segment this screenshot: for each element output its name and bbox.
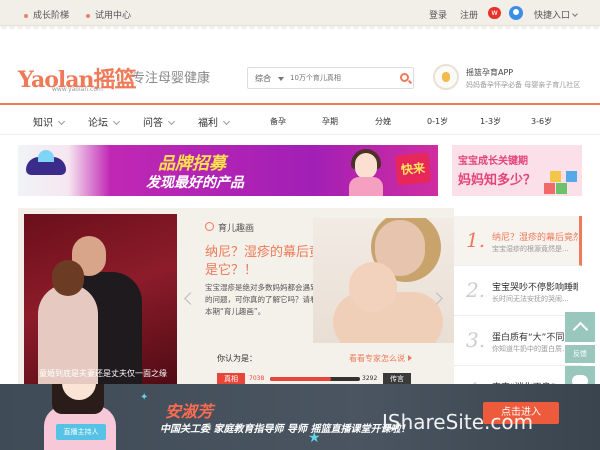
main-nav: 知识 论坛 问答 福利 备孕 孕期 分娩 0-1岁 1-3岁 3-6岁	[0, 105, 600, 135]
bullet-icon	[86, 13, 90, 18]
story-caption: 童婚到底是夫妻还是丈夫仅一面之缘	[39, 369, 167, 378]
app-subtitle: 妈妈备孕怀孕必备 母婴亲子育儿社区	[466, 81, 581, 89]
banner-subline: 发现最好的产品	[146, 175, 244, 191]
growth-banner-title: 宝宝成长关键期	[458, 156, 528, 167]
nav-cat-0-1[interactable]: 0-1岁	[427, 116, 448, 127]
chevron-down-icon	[222, 117, 231, 126]
search-box: 综合	[247, 67, 414, 89]
girl-illustration	[343, 145, 393, 196]
nav-cat-delivery[interactable]: 分娩	[375, 116, 391, 127]
nav-cat-pre-pregnancy[interactable]: 备孕	[270, 116, 286, 127]
star-icon: ✦	[140, 392, 149, 403]
chevron-down-icon	[57, 117, 66, 126]
feedback-button[interactable]: 反馈	[565, 345, 595, 363]
quick-entry-menu[interactable]: 快捷入口	[534, 8, 578, 21]
trial-center-link[interactable]: 试用中心	[86, 8, 131, 21]
search-icon[interactable]	[400, 73, 409, 82]
nav-item-knowledge[interactable]: 知识	[33, 114, 66, 129]
top-bar-edge	[0, 26, 600, 30]
chevron-down-icon	[167, 117, 176, 126]
poll-track	[270, 377, 360, 381]
star-icon: ★	[308, 430, 321, 446]
truth-count: 7038	[249, 375, 265, 382]
search-input[interactable]	[290, 71, 390, 85]
logo-url: www.yaolan.com	[52, 86, 103, 93]
story-photo[interactable]: 童婚到底是夫妻还是丈夫仅一面之缘	[24, 214, 177, 394]
ad-tagline: 中国关工委 家庭教育指导师 导师 摇篮直播课堂开课啦！	[160, 424, 411, 435]
growth-ladder-link[interactable]: 成长阶梯	[24, 8, 69, 21]
poll-question: 你认为是：	[217, 354, 257, 363]
list-item[interactable]: 1. 纳尼？湿疹的幕后竟然是它 宝宝湿疹的根源竟然是...	[454, 216, 582, 266]
nav-item-qa[interactable]: 问答	[143, 114, 176, 129]
top-bar: 成长阶梯 试用中心 登录 注册 w 快捷入口	[0, 0, 600, 26]
ufo-illustration	[26, 150, 66, 175]
growth-banner-subtitle: 妈妈知多少？	[458, 173, 537, 188]
growth-banner[interactable]: 宝宝成长关键期 妈妈知多少？	[452, 145, 582, 196]
search-icon	[205, 222, 214, 231]
chevron-down-icon	[278, 77, 284, 81]
host-illustration: 直播主持人	[44, 384, 116, 450]
rumor-count: 3292	[362, 375, 378, 382]
mother-baby-photo[interactable]	[313, 218, 454, 343]
host-name: 安淑芳	[165, 402, 214, 421]
register-link[interactable]: 注册	[460, 8, 478, 21]
watermark: IShareSite.com	[382, 410, 534, 434]
search-scope-select[interactable]: 综合	[255, 73, 271, 84]
banner-cta: 快来	[394, 152, 432, 186]
nav-cat-3-6[interactable]: 3-6岁	[531, 116, 552, 127]
toy-blocks-illustration	[544, 169, 578, 195]
host-badge: 直播主持人	[56, 424, 106, 440]
list-item[interactable]: 2. 宝宝哭吵不停影响睡眠 长时间无法安抚的哭闹...	[454, 266, 582, 316]
bullet-icon	[24, 13, 28, 18]
feature-description: 宝宝湿疹是绝对多数妈妈都会遇到的问题，可你真的了解它吗？请看本期“育儿趣画”。	[205, 283, 318, 316]
user-icon[interactable]	[509, 6, 523, 20]
nav-item-welfare[interactable]: 福利	[198, 114, 231, 129]
nav-cat-pregnancy[interactable]: 孕期	[322, 116, 338, 127]
site-slogan: 专注母婴健康	[132, 71, 211, 86]
brand-recruit-banner[interactable]: 品牌招募 发现最好的产品 快来	[18, 145, 438, 196]
weibo-icon[interactable]: w	[488, 7, 501, 19]
app-title[interactable]: 摇篮孕育APP	[466, 67, 513, 78]
expert-link[interactable]: 看看专家怎么说	[349, 353, 412, 364]
chevron-down-icon	[112, 117, 121, 126]
nav-cat-1-3[interactable]: 1-3岁	[480, 116, 501, 127]
nav-item-forum[interactable]: 论坛	[88, 114, 121, 129]
poll-fill	[270, 377, 332, 381]
section-title: 育儿趣画	[218, 224, 255, 234]
chevron-down-icon	[572, 11, 578, 17]
app-icon[interactable]	[433, 64, 459, 90]
list-item[interactable]: 3. 蛋白质有“大”不同 你知道牛奶中的蛋白质...	[454, 316, 582, 366]
banner-headline: 品牌招募	[158, 154, 226, 174]
back-to-top-button[interactable]	[565, 312, 595, 342]
play-icon	[407, 355, 412, 361]
login-link[interactable]: 登录	[429, 8, 447, 21]
